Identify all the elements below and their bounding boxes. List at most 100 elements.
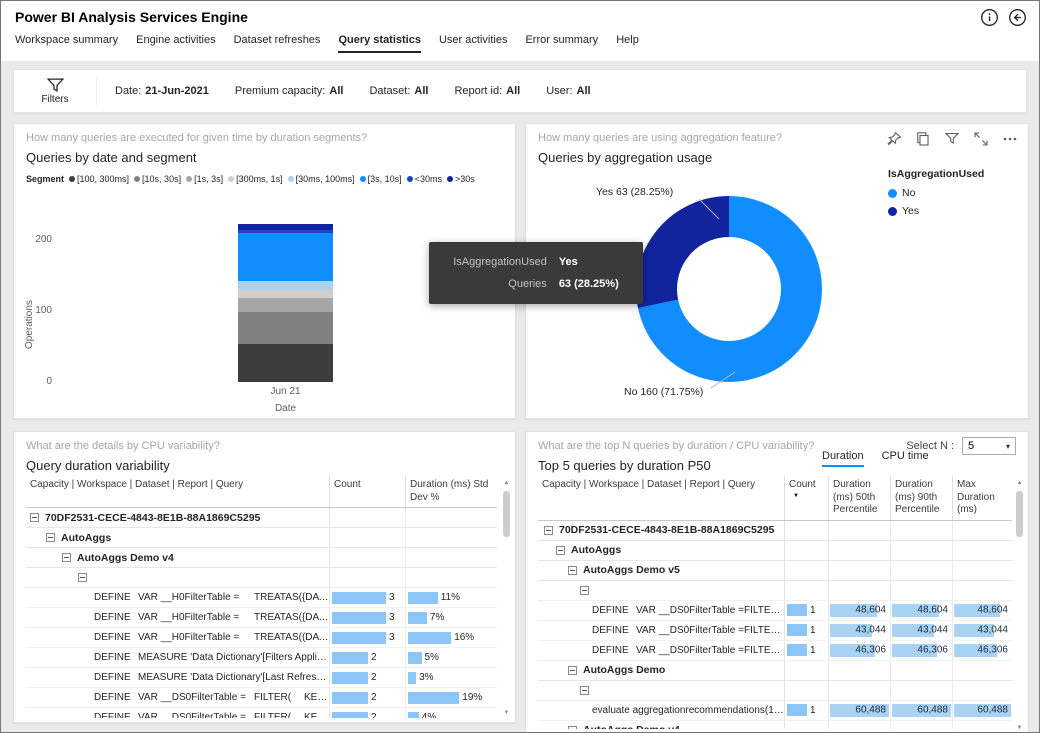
scroll-up-icon[interactable]: ▲ <box>501 478 512 488</box>
bar-segment-1s-3s[interactable] <box>238 298 333 312</box>
tab-user-activities[interactable]: User activities <box>439 34 507 53</box>
filter-icon[interactable] <box>944 131 960 147</box>
collapse-toggle-icon[interactable] <box>62 553 71 562</box>
stddev-cell: 16% <box>405 628 497 647</box>
query-row[interactable]: DEFINEMEASURE 'Data Dictionary'[Last Ref… <box>26 668 497 688</box>
value-text: 48,604 <box>977 605 1008 616</box>
collapse-toggle-icon[interactable] <box>556 546 565 555</box>
filter-label: Dataset: <box>369 85 410 97</box>
nav-tabs: Workspace summary Engine activities Datase… <box>15 34 639 53</box>
group-row[interactable]: AutoAggs <box>538 541 1012 561</box>
query-row[interactable]: DEFINEVAR __DS0FilterTable =FILTER(KEE..… <box>26 708 497 718</box>
column-header-count[interactable]: Count <box>329 476 405 507</box>
legend-item-3s-10s[interactable]: [3s, 10s] <box>360 174 402 184</box>
back-icon[interactable] <box>1008 8 1027 27</box>
scroll-up-icon[interactable]: ▲ <box>1014 478 1025 488</box>
group-row[interactable]: 70DF2531-CECE-4843-8E1B-88A1869C5295 <box>26 508 497 528</box>
legend-label: [3s, 10s] <box>368 174 402 184</box>
query-row[interactable]: DEFINEMEASURE 'Data Dictionary'[Filters … <box>26 648 497 668</box>
copy-icon[interactable] <box>915 131 931 147</box>
expander-row[interactable] <box>26 568 497 588</box>
collapse-toggle-icon[interactable] <box>544 526 553 535</box>
tab-error-summary[interactable]: Error summary <box>525 34 598 53</box>
query-row[interactable]: DEFINEVAR __H0FilterTable =TREATAS((DATE… <box>26 628 497 648</box>
info-icon[interactable] <box>980 8 999 27</box>
bar-segment-3s-10s[interactable] <box>238 233 333 281</box>
query-row[interactable]: DEFINEVAR __DS0FilterTable =FILTER(...14… <box>538 641 1012 661</box>
legend-item-no[interactable]: No <box>888 187 984 199</box>
legend-item-100-300ms[interactable]: [100, 300ms] <box>69 174 129 184</box>
query-cell: AutoAggs <box>538 544 784 556</box>
scroll-thumb[interactable] <box>503 491 510 537</box>
bar-segment-30ms-100ms[interactable] <box>238 281 333 290</box>
vertical-scrollbar[interactable]: ▲ ▼ <box>501 478 512 718</box>
stddev-bar <box>408 672 416 684</box>
collapse-toggle-icon[interactable] <box>580 586 589 595</box>
query-row[interactable]: DEFINEVAR __H0FilterTable =TREATAS({DATE… <box>26 588 497 608</box>
query-row[interactable]: DEFINEVAR __DS0FilterTable =FILTER(KEE..… <box>26 688 497 708</box>
legend-item-1s-3s[interactable]: [1s, 3s] <box>186 174 223 184</box>
scroll-down-icon[interactable]: ▼ <box>1014 723 1025 733</box>
tab-cpu-time[interactable]: CPU time <box>882 450 929 467</box>
pin-icon[interactable] <box>886 131 902 147</box>
scroll-thumb[interactable] <box>1016 491 1023 537</box>
tab-dataset-refreshes[interactable]: Dataset refreshes <box>234 34 321 53</box>
value-cell <box>952 561 1012 580</box>
column-header-query[interactable]: Capacity | Workspace | Dataset | Report … <box>26 476 329 507</box>
collapse-toggle-icon[interactable] <box>46 533 55 542</box>
tab-engine-activities[interactable]: Engine activities <box>136 34 216 53</box>
vertical-scrollbar[interactable]: ▲ ▼ <box>1014 478 1025 733</box>
group-row[interactable]: AutoAggs Demo <box>538 661 1012 681</box>
column-header-duration-p90[interactable]: Duration (ms) 90th Percentile <box>890 476 952 520</box>
collapse-toggle-icon[interactable] <box>580 686 589 695</box>
filters-button[interactable]: Filters <box>14 78 96 105</box>
legend-item-10s-30s[interactable]: [10s, 30s] <box>134 174 181 184</box>
collapse-toggle-icon[interactable] <box>78 573 87 582</box>
stddev-cell: 7% <box>405 608 497 627</box>
column-header-query[interactable]: Capacity | Workspace | Dataset | Report … <box>538 476 784 520</box>
query-row[interactable]: DEFINEVAR __DS0FilterTable =FILTER(...14… <box>538 601 1012 621</box>
legend-item-yes[interactable]: Yes <box>888 205 984 217</box>
collapse-toggle-icon[interactable] <box>30 513 39 522</box>
collapse-toggle-icon[interactable] <box>568 566 577 575</box>
expander-row[interactable] <box>538 581 1012 601</box>
group-row[interactable]: AutoAggs Demo v5 <box>538 561 1012 581</box>
legend-dot <box>447 176 453 182</box>
query-text: DEFINE <box>592 625 636 636</box>
legend-item-30ms[interactable]: <30ms <box>407 174 442 184</box>
column-header-count[interactable]: Count ▼ <box>784 476 828 520</box>
query-row[interactable]: DEFINEVAR __DS0FilterTable =FILTER(...14… <box>538 621 1012 641</box>
tab-help[interactable]: Help <box>616 34 639 53</box>
scroll-down-icon[interactable]: ▼ <box>501 708 512 718</box>
bar-segment-300ms-1s[interactable] <box>238 289 333 298</box>
legend-dot <box>360 176 366 182</box>
count-value: 3 <box>389 592 395 603</box>
tab-workspace-summary[interactable]: Workspace summary <box>15 34 118 53</box>
filter-value: All <box>414 85 428 97</box>
legend-item-300ms-1s[interactable]: [300ms, 1s] <box>228 174 283 184</box>
column-header-stddev[interactable]: Duration (ms) Std Dev % <box>405 476 497 507</box>
legend-item-30ms-100ms[interactable]: [30ms, 100ms] <box>288 174 355 184</box>
collapse-toggle-icon[interactable] <box>568 726 577 730</box>
group-row[interactable]: AutoAggs Demo v4 <box>26 548 497 568</box>
tab-query-statistics[interactable]: Query statistics <box>338 34 421 53</box>
legend-item-30s[interactable]: >30s <box>447 174 475 184</box>
collapse-toggle-icon[interactable] <box>568 666 577 675</box>
group-row[interactable]: 70DF2531-CECE-4843-8E1B-88A1869C5295 <box>538 521 1012 541</box>
expander-row[interactable] <box>538 681 1012 701</box>
tab-duration[interactable]: Duration <box>822 450 864 467</box>
focus-mode-icon[interactable] <box>973 131 989 147</box>
column-header-max-duration[interactable]: Max Duration (ms) <box>952 476 1012 520</box>
query-row[interactable]: evaluate aggregationrecommendations(1.0)… <box>538 701 1012 721</box>
query-row[interactable]: DEFINEVAR __H0FilterTable =TREATAS({DATE… <box>26 608 497 628</box>
select-n-dropdown[interactable]: 5 ▾ <box>962 437 1016 455</box>
visual-title: Query duration variability <box>26 458 170 473</box>
group-row[interactable]: AutoAggs <box>26 528 497 548</box>
value-cell: 60,488 <box>890 701 952 720</box>
more-options-icon[interactable] <box>1002 131 1018 147</box>
bar-segment-10s-30s[interactable] <box>238 312 333 344</box>
bar-segment-100-300ms[interactable] <box>238 344 333 382</box>
group-row[interactable]: AutoAggs Demo v4 <box>538 721 1012 730</box>
legend-dot <box>228 176 234 182</box>
column-header-duration-p50[interactable]: Duration (ms) 50th Percentile <box>828 476 890 520</box>
